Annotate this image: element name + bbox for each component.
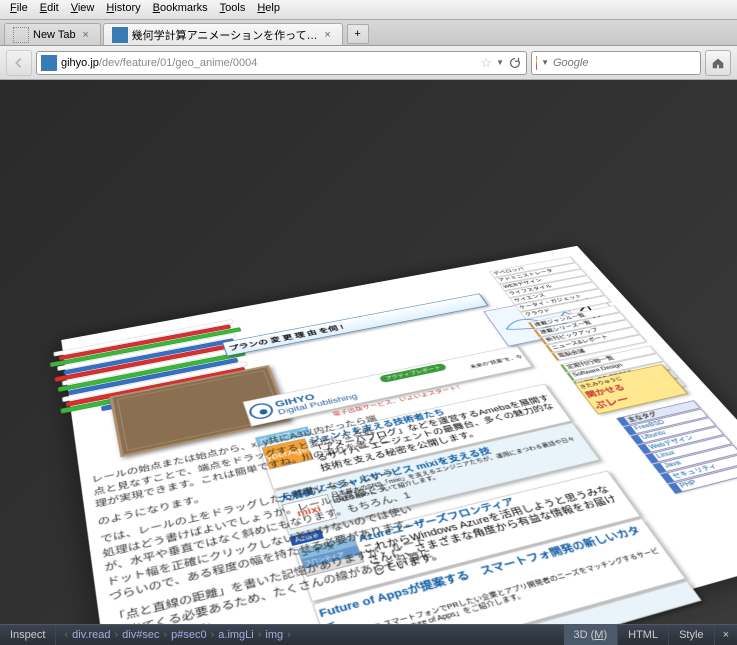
mode-style-button[interactable]: Style (669, 625, 714, 645)
back-button[interactable] (6, 50, 32, 76)
crumb-item[interactable]: div.read (72, 629, 110, 641)
menu-edit[interactable]: Edit (34, 0, 65, 19)
google-icon (536, 56, 537, 70)
tab-bar: New Tab × 幾何学計算アニメーションを作って… × + (0, 20, 737, 46)
chevron-left-icon[interactable]: ‹ (64, 629, 68, 641)
sidebar-item[interactable]: ライフスタイル (504, 276, 592, 298)
sidebar-item[interactable]: ケータイ・ガジェット (515, 289, 605, 312)
tag-header: 主なタグ (616, 400, 700, 426)
banner: プランの 変 更 理 由 を伺 ! (222, 294, 488, 357)
tab-active[interactable]: 幾何学計算アニメーションを作って… × (103, 23, 343, 45)
sidebar-item[interactable]: 定期刊行物一覧 (560, 346, 656, 373)
pill-label: アクティブレポート (379, 363, 448, 383)
bookmark-star-icon[interactable]: ☆ (480, 55, 492, 71)
crumb-item[interactable]: a.imgLi (218, 629, 253, 641)
close-devtools-button[interactable]: × (715, 625, 737, 645)
search-input[interactable] (553, 57, 696, 69)
chevron-down-icon[interactable]: ▼ (541, 58, 549, 67)
sidebar-item[interactable]: ニュース&レポート (545, 327, 639, 353)
sidebar-item[interactable]: Software Design (566, 353, 663, 381)
page-3d-viewport[interactable]: プランの 変 更 理 由 を伺 ! アクティブレポート GIHYO Digita… (0, 80, 737, 624)
sidebar-item[interactable]: 組込みプレス (586, 378, 686, 407)
tab-title: New Tab (33, 29, 76, 41)
crumb-item[interactable]: p#sec0 (171, 629, 206, 641)
newtab-icon (13, 27, 29, 43)
dom-stack-decoration (35, 316, 282, 446)
arrow-left-icon (12, 56, 26, 70)
sidebar-item[interactable]: Web Site Expert (580, 370, 679, 399)
breadcrumb: ‹ div.read › div#sec › p#sec0 › a.imgLi … (56, 625, 298, 645)
tab-title: 幾何学計算アニメーションを作って… (132, 27, 318, 43)
sidebar-item[interactable]: 新刊ピックアップ (540, 320, 633, 345)
promo-box: きたみりゅうじ 関かせる ぷレー (574, 364, 688, 414)
menu-tools[interactable]: Tools (214, 0, 252, 19)
close-icon[interactable]: × (80, 29, 92, 41)
url-domain: gihyo.jp (61, 57, 99, 69)
mode-3d-button[interactable]: 3D (M) (564, 625, 619, 645)
menu-history[interactable]: History (100, 0, 146, 19)
map-thumbnail (483, 293, 605, 346)
url-bar[interactable]: gihyo.jp /dev/feature/01/geo_anime/0004 … (36, 51, 527, 75)
chevron-down-icon[interactable]: ▼ (496, 58, 504, 67)
sidebar-item[interactable]: WEB+DB PRESS (573, 362, 671, 390)
person-illustration (555, 287, 624, 330)
gihyo-logo-icon (247, 401, 275, 421)
mode-html-button[interactable]: HTML (618, 625, 669, 645)
sidebar-item[interactable]: 連載シリーズ一覧 (534, 312, 627, 337)
new-tab-button[interactable]: + (347, 24, 369, 44)
logo-text1: GIHYO (273, 384, 355, 409)
menu-bar: File Edit View History Bookmarks Tools H… (0, 0, 737, 20)
sidebar-item[interactable]: サイエンス (510, 282, 599, 305)
reload-icon[interactable] (508, 56, 522, 70)
logo-text2: Digital Publishing (277, 392, 359, 416)
home-icon (711, 56, 725, 70)
inspect-button[interactable]: Inspect (0, 625, 56, 645)
tab-newtab[interactable]: New Tab × (4, 23, 101, 45)
site-favicon (112, 27, 128, 43)
nav-toolbar: gihyo.jp /dev/feature/01/geo_anime/0004 … (0, 46, 737, 80)
sidebar-item[interactable]: デベロッパ (489, 257, 575, 278)
close-icon[interactable]: × (322, 29, 334, 41)
gihyo-logo-panel: GIHYO Digital Publishing 未来の"読書"を、今 (243, 345, 533, 426)
chevron-right-icon[interactable]: › (287, 629, 291, 641)
menu-help[interactable]: Help (251, 0, 286, 19)
page-3d-layer-base: プランの 変 更 理 由 を伺 ! アクティブレポート GIHYO Digita… (61, 246, 737, 624)
sidebar-item[interactable]: アドミニストレータ (494, 263, 581, 284)
search-bar[interactable]: ▼ (531, 51, 701, 75)
crumb-item[interactable]: img (265, 629, 283, 641)
menu-file[interactable]: File (4, 0, 34, 19)
home-button[interactable] (705, 50, 731, 76)
sidebar-item[interactable]: クラウド (520, 296, 611, 320)
sidebar-item[interactable]: 連載ジャンル一覧 (528, 305, 620, 329)
sidebar-nav: デベロッパ アドミニストレータ WEBデザイン ライフスタイル サイエンス ケー… (489, 257, 687, 409)
menu-bookmarks[interactable]: Bookmarks (147, 0, 214, 19)
sidebar-item[interactable]: 電脳会議 (551, 335, 646, 361)
crumb-item[interactable]: div#sec (122, 629, 159, 641)
logo-subtitle: 電子出版サービス、いよいよスタート！ (252, 368, 538, 435)
site-favicon (41, 55, 57, 71)
sidebar-item[interactable]: WEBデザイン (499, 269, 587, 291)
devtools-bar: Inspect ‹ div.read › div#sec › p#sec0 › … (0, 624, 737, 645)
url-path: /dev/feature/01/geo_anime/0004 (99, 57, 257, 69)
tag-list: 主なタグ FreeBSD Ubuntu Webデザイン Linux Java セ… (616, 400, 737, 494)
menu-view[interactable]: View (65, 0, 101, 19)
